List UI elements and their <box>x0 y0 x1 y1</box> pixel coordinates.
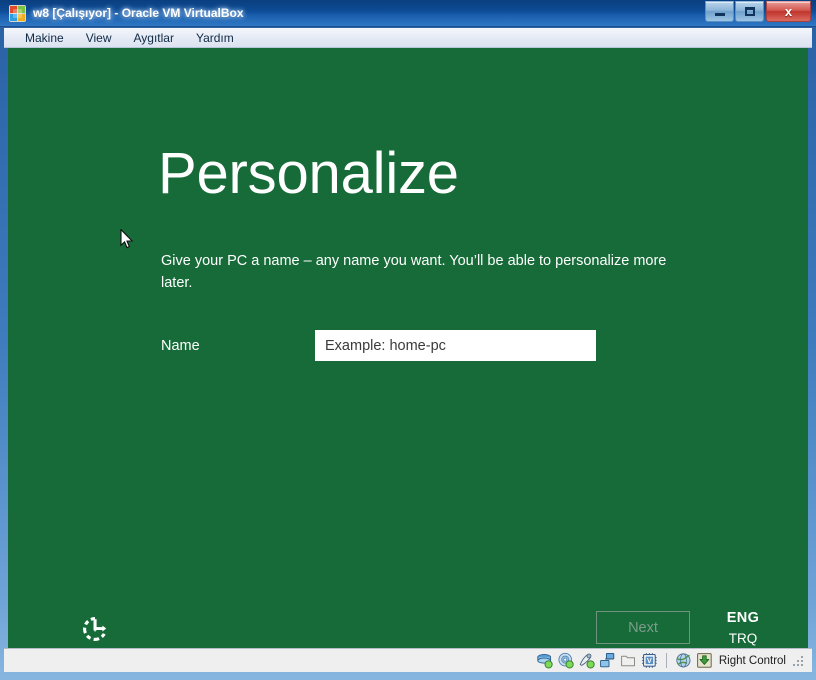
windows-logo-icon <box>9 5 26 22</box>
cpu-icon[interactable]: V <box>641 652 658 669</box>
vm-display[interactable]: Personalize Give your PC a name – any na… <box>8 48 808 648</box>
hard-disk-icon[interactable] <box>536 652 553 669</box>
title-bar[interactable]: w8 [Çalışıyor] - Oracle VM VirtualBox x <box>0 0 816 27</box>
next-button[interactable]: Next <box>596 611 690 644</box>
host-key-icon[interactable] <box>696 652 713 669</box>
resize-grip[interactable] <box>793 654 806 667</box>
menu-help[interactable]: Yardım <box>185 29 245 47</box>
language-secondary: TRQ <box>728 631 758 647</box>
close-icon: x <box>784 4 793 19</box>
shared-folder-icon[interactable] <box>620 652 637 669</box>
status-separator <box>665 653 667 668</box>
host-key-label: Right Control <box>718 654 786 667</box>
menu-machine[interactable]: Makine <box>14 29 75 47</box>
pc-name-input[interactable] <box>315 330 596 361</box>
close-button[interactable]: x <box>766 1 811 22</box>
language-primary: ENG <box>726 610 760 626</box>
language-indicator[interactable]: ENG TRQ <box>708 608 778 648</box>
page-title: Personalize <box>158 141 459 206</box>
window-title: w8 [Çalışıyor] - Oracle VM VirtualBox <box>33 6 244 20</box>
minimize-button[interactable] <box>705 1 734 22</box>
audio-icon[interactable] <box>578 652 595 669</box>
maximize-button[interactable] <box>735 1 764 22</box>
status-bar: V Right Control <box>4 648 812 672</box>
network-icon[interactable] <box>599 652 616 669</box>
page-description: Give your PC a name – any name you want.… <box>161 253 667 291</box>
virtualbox-window: w8 [Çalışıyor] - Oracle VM VirtualBox x … <box>0 0 816 680</box>
svg-text:V: V <box>647 656 652 665</box>
ease-of-access-icon[interactable] <box>80 614 110 644</box>
menu-devices[interactable]: Aygıtlar <box>122 29 184 47</box>
menu-view[interactable]: View <box>75 29 123 47</box>
menu-bar: Makine View Aygıtlar Yardım <box>4 28 812 48</box>
remote-display-icon[interactable] <box>675 652 692 669</box>
optical-disk-icon[interactable] <box>557 652 574 669</box>
name-field-label: Name <box>161 338 200 354</box>
mouse-cursor <box>120 228 134 250</box>
window-controls: x <box>704 1 811 23</box>
